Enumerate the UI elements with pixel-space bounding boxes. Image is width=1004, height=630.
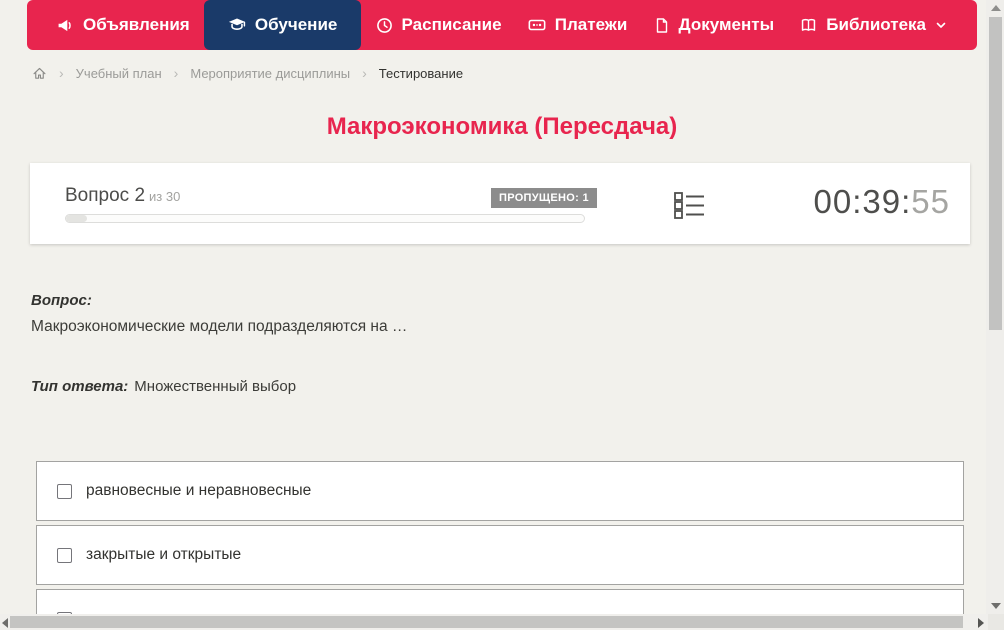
question-header-card: Вопрос 2 из 30 ПРОПУЩЕНО: 1 00:39:55 [30,163,970,244]
breadcrumb-testing: Тестирование [378,65,464,81]
nav-item-label: Документы [678,15,775,34]
graduation-cap-icon [228,16,246,34]
page-title: Макроэкономика (Пересдача) [326,113,678,140]
question-list-icon[interactable] [674,191,706,224]
timer-seconds: 55 [911,183,950,220]
scroll-right-arrow[interactable] [978,618,984,628]
answer-type-value: Множественный выбор [134,378,297,395]
skipped-badge: ПРОПУЩЕНО: 1 [491,188,597,208]
breadcrumb-separator: › [173,65,179,81]
question-number: Вопрос 2 из 30 [65,185,180,207]
horizontal-scrollbar-thumb[interactable] [10,616,963,628]
nav-item-learning[interactable]: Обучение [203,0,362,50]
nav-item-payments[interactable]: Платежи [516,0,640,50]
scroll-left-arrow[interactable] [2,618,8,628]
answer-type: Тип ответа: Множественный выбор [31,378,296,395]
answer-option[interactable]: равновесные и неравновесные [36,461,964,521]
clock-icon [376,17,393,34]
megaphone-icon [57,17,74,34]
payment-card-icon [528,16,546,34]
nav-item-label: Библиотека [826,15,926,34]
nav-item-label: Обучение [254,15,338,34]
option-label: закрытые и открытые [86,546,242,563]
document-icon [654,17,670,34]
nav-item-library[interactable]: Библиотека [788,0,959,50]
vertical-scrollbar-thumb[interactable] [989,17,1002,330]
question-progress-bar [65,214,585,223]
breadcrumb-discipline-event[interactable]: Мероприятие дисциплины [190,66,350,81]
breadcrumb: › Учебный план › Мероприятие дисциплины … [32,62,463,84]
scroll-up-arrow[interactable] [991,5,1001,11]
breadcrumb-curriculum[interactable]: Учебный план [76,66,162,81]
option-label: равновесные и неравновесные [86,482,312,499]
home-icon[interactable] [32,66,47,81]
nav-item-label: Объявления [83,15,190,34]
question-total-label: из 30 [149,189,181,204]
main-navbar: Объявления Обучение Расписание Платежи Д [27,0,977,50]
answer-type-label: Тип ответа: [31,378,129,395]
nav-item-schedule[interactable]: Расписание [364,0,514,50]
breadcrumb-separator: › [362,65,367,81]
book-icon [800,17,817,34]
timer-main: 00:39: [813,183,912,220]
nav-item-documents[interactable]: Документы [642,0,787,50]
timer: 00:39:55 [814,183,950,221]
horizontal-scrollbar [0,614,988,630]
option-checkbox[interactable] [57,547,72,563]
nav-item-label: Платежи [554,15,628,34]
question-heading: Вопрос: [31,292,92,309]
answer-option[interactable]: закрытые и открытые [36,525,964,585]
quiz-page: Объявления Обучение Расписание Платежи Д [0,0,1004,630]
vertical-scrollbar [986,0,1004,614]
breadcrumb-separator: › [59,65,64,81]
scroll-down-arrow[interactable] [991,603,1001,609]
chevron-down-icon [935,19,947,31]
option-checkbox[interactable] [57,483,72,499]
question-progress-fill [66,215,87,222]
question-number-label: Вопрос 2 [65,185,146,206]
nav-item-label: Расписание [401,15,502,34]
nav-item-announcements[interactable]: Объявления [45,0,202,50]
scrollbar-corner [988,614,1004,630]
question-text: Макроэкономические модели подразделяются… [31,318,408,335]
answer-options: равновесные и неравновесные закрытые и о… [36,461,964,630]
